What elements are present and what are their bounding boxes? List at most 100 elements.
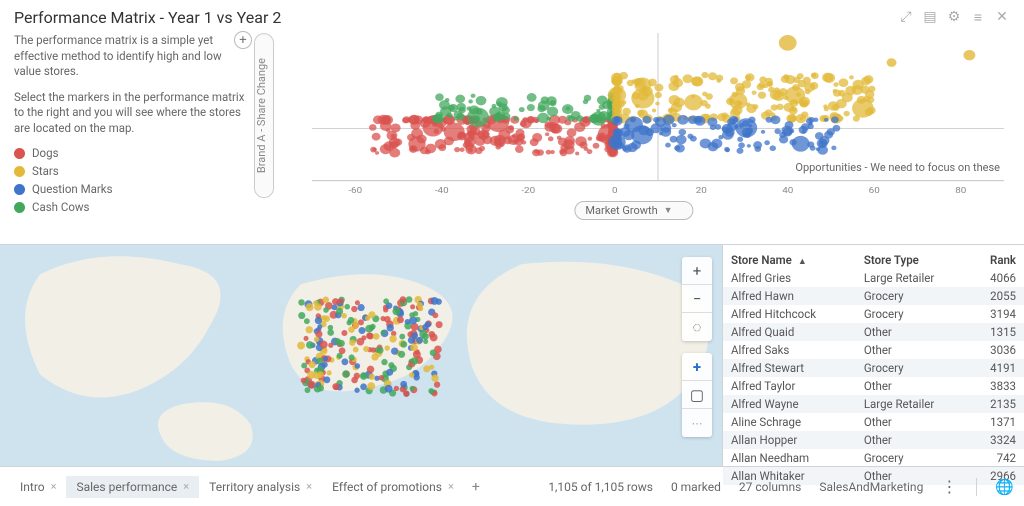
data-point[interactable] bbox=[792, 84, 800, 91]
data-point[interactable] bbox=[803, 77, 811, 84]
expand-icon[interactable]: ⤢ bbox=[898, 9, 914, 26]
map-marker[interactable] bbox=[342, 370, 350, 378]
map-marker[interactable] bbox=[298, 312, 305, 319]
data-point[interactable] bbox=[779, 35, 797, 51]
map-marker[interactable] bbox=[354, 388, 359, 393]
map-zoom-in-button[interactable]: + bbox=[682, 257, 712, 285]
table-row[interactable]: Alfred StewartGrocery4191 bbox=[723, 359, 1024, 377]
data-point[interactable] bbox=[482, 136, 492, 145]
legend-item-stars[interactable]: Stars bbox=[14, 164, 250, 178]
data-point[interactable] bbox=[852, 85, 863, 95]
data-point[interactable] bbox=[545, 132, 549, 136]
data-point[interactable] bbox=[759, 76, 766, 82]
data-point[interactable] bbox=[831, 146, 836, 151]
data-point[interactable] bbox=[456, 113, 465, 121]
map-marker[interactable] bbox=[328, 343, 333, 348]
data-point[interactable] bbox=[833, 82, 838, 87]
data-point[interactable] bbox=[767, 82, 772, 87]
data-point[interactable] bbox=[522, 117, 528, 122]
data-point[interactable] bbox=[838, 90, 845, 97]
data-point[interactable] bbox=[683, 74, 693, 83]
map-marker[interactable] bbox=[341, 313, 346, 318]
map-marker[interactable] bbox=[328, 325, 334, 331]
map-marker[interactable] bbox=[400, 341, 407, 348]
data-point[interactable] bbox=[391, 134, 396, 139]
data-point[interactable] bbox=[676, 135, 687, 144]
table-row[interactable]: Alfred SaksOther3036 bbox=[723, 341, 1024, 359]
data-point[interactable] bbox=[868, 86, 875, 92]
data-point[interactable] bbox=[659, 132, 663, 136]
map-marker[interactable] bbox=[317, 371, 324, 378]
data-point[interactable] bbox=[770, 115, 780, 124]
data-point[interactable] bbox=[738, 142, 745, 148]
data-point[interactable] bbox=[537, 105, 545, 112]
map-marker[interactable] bbox=[377, 347, 384, 354]
map-home-button[interactable]: ◌ bbox=[682, 313, 712, 341]
data-point[interactable] bbox=[516, 129, 525, 137]
map-marker[interactable] bbox=[321, 315, 327, 321]
gear-icon[interactable]: ⚙ bbox=[946, 9, 962, 26]
store-table[interactable]: Store Name ▲ Store Type Rank Alfred Grie… bbox=[722, 245, 1024, 466]
map-marker[interactable] bbox=[341, 330, 347, 336]
data-point[interactable] bbox=[736, 148, 743, 154]
map-marker[interactable] bbox=[306, 326, 313, 333]
map-marker[interactable] bbox=[359, 327, 366, 334]
data-point[interactable] bbox=[691, 76, 702, 86]
map-marker[interactable] bbox=[361, 373, 367, 379]
map-marker[interactable] bbox=[336, 308, 343, 315]
data-point[interactable] bbox=[616, 134, 621, 139]
map-marker[interactable] bbox=[355, 300, 360, 305]
data-point[interactable] bbox=[831, 116, 839, 123]
data-point[interactable] bbox=[817, 145, 828, 154]
map-marker[interactable] bbox=[422, 324, 428, 330]
data-point[interactable] bbox=[454, 147, 460, 152]
tab-close-icon[interactable]: × bbox=[183, 480, 189, 493]
data-point[interactable] bbox=[468, 131, 478, 140]
data-point[interactable] bbox=[558, 116, 567, 124]
map-marker[interactable] bbox=[353, 347, 359, 353]
map-marker[interactable] bbox=[416, 337, 423, 344]
table-row[interactable]: Alfred QuaidOther1315 bbox=[723, 323, 1024, 341]
map-marker[interactable] bbox=[307, 371, 315, 379]
data-point[interactable] bbox=[732, 117, 738, 123]
data-point[interactable] bbox=[620, 127, 631, 137]
data-point[interactable] bbox=[963, 50, 975, 60]
map-marker[interactable] bbox=[428, 388, 434, 394]
map-marker[interactable] bbox=[434, 346, 442, 354]
add-button[interactable]: + bbox=[234, 31, 252, 49]
map-more-button[interactable]: ⋯ bbox=[682, 409, 712, 437]
globe-icon[interactable]: 🌐 bbox=[995, 478, 1014, 496]
data-point[interactable] bbox=[464, 140, 471, 146]
data-point[interactable] bbox=[476, 96, 487, 105]
data-point[interactable] bbox=[411, 128, 423, 138]
data-point[interactable] bbox=[599, 104, 605, 110]
data-point[interactable] bbox=[761, 130, 765, 134]
data-point[interactable] bbox=[369, 124, 377, 131]
map-marker[interactable] bbox=[323, 376, 330, 383]
map-marker[interactable] bbox=[351, 377, 358, 384]
data-point[interactable] bbox=[867, 107, 875, 114]
data-point[interactable] bbox=[608, 149, 616, 156]
map-marker[interactable] bbox=[349, 339, 355, 345]
data-point[interactable] bbox=[789, 139, 796, 145]
data-point[interactable] bbox=[583, 99, 588, 104]
map-marker[interactable] bbox=[351, 306, 357, 312]
map-marker[interactable] bbox=[385, 385, 393, 393]
map-marker[interactable] bbox=[403, 390, 410, 397]
map-marker[interactable] bbox=[315, 317, 322, 324]
data-point[interactable] bbox=[575, 136, 586, 146]
data-point[interactable] bbox=[789, 129, 794, 134]
data-point[interactable] bbox=[459, 147, 464, 152]
data-point[interactable] bbox=[669, 108, 677, 115]
data-point[interactable] bbox=[370, 147, 376, 153]
data-point[interactable] bbox=[575, 152, 579, 156]
tab-sales-performance[interactable]: Sales performance× bbox=[66, 476, 199, 498]
data-point[interactable] bbox=[479, 146, 485, 151]
data-point[interactable] bbox=[502, 106, 510, 113]
data-point[interactable] bbox=[390, 123, 400, 132]
data-point[interactable] bbox=[611, 86, 622, 96]
map-marker[interactable] bbox=[406, 296, 413, 303]
data-point[interactable] bbox=[674, 145, 680, 150]
data-point[interactable] bbox=[737, 101, 742, 106]
map-marker[interactable] bbox=[417, 302, 423, 308]
